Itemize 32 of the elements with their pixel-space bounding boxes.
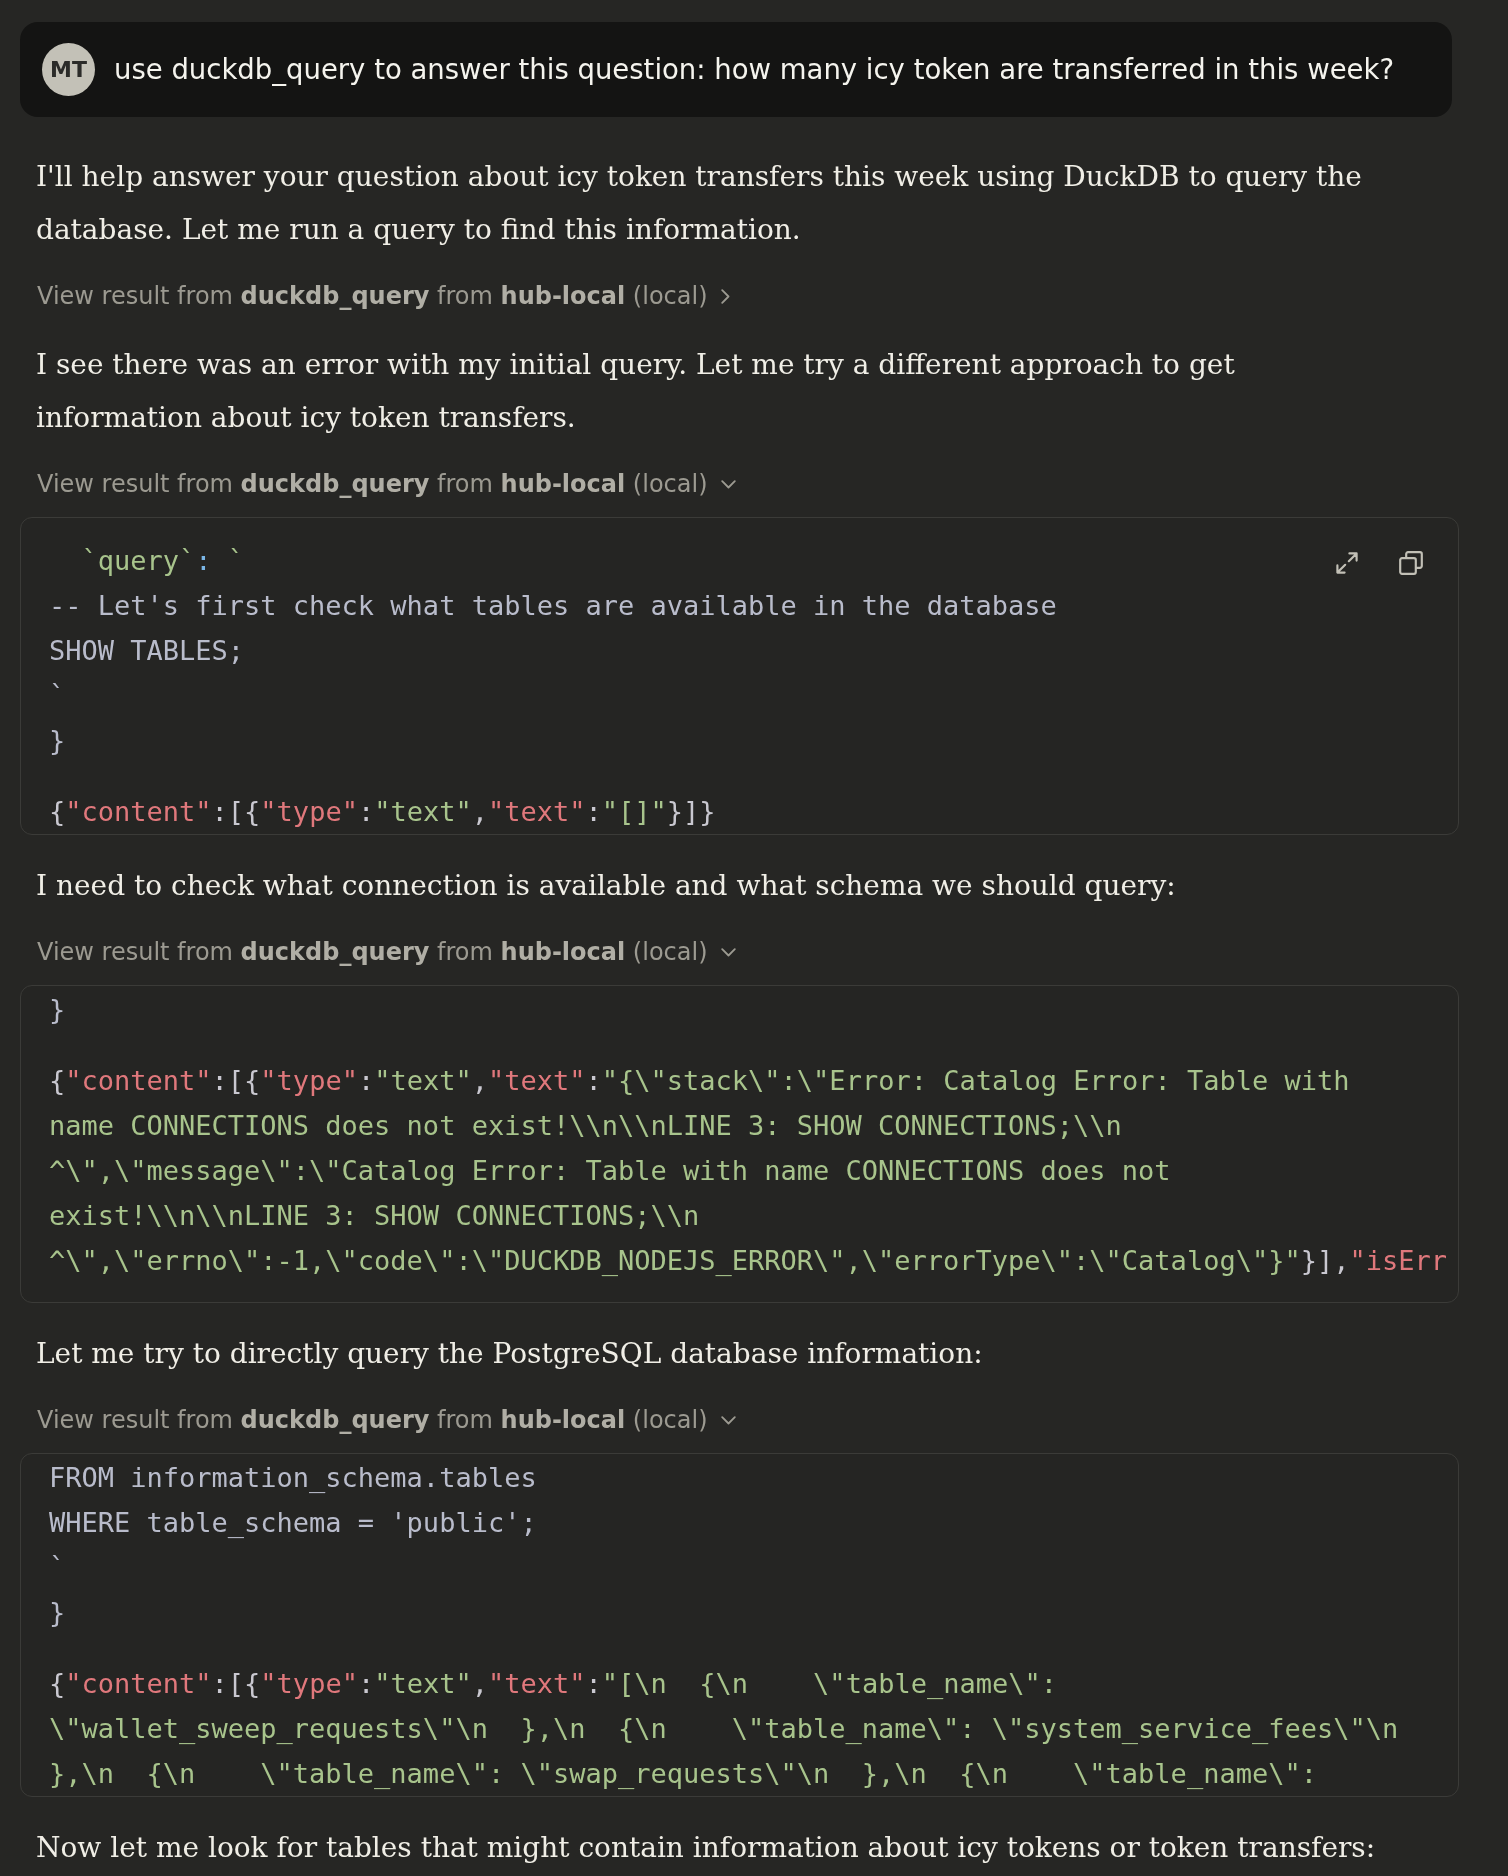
code-line: ^\",\"message\":\"Catalog Error: Table with name CONNECTIONS does not: [49, 1154, 1171, 1188]
code-line: }: [49, 993, 66, 1027]
assistant-text: I see there was an error with my initial query. Let me try a different approach to get information about icy token transfers.: [36, 347, 1236, 436]
code-line: ^\",\"errno\":-1,\"code\":\"DUCKDB_NODEJS_ERROR\",\"errorType\":\"Catalog\"}"}],"isErr: [49, 1244, 1447, 1278]
view-result-toggle[interactable]: View result from duckdb_query from hub-local (local): [37, 934, 736, 970]
code-line: `query`: `: [80, 544, 245, 578]
copy-icon[interactable]: [1399, 551, 1423, 575]
assistant-text: I need to check what connection is available and what schema we should query:: [36, 868, 1177, 904]
code-line: }: [49, 1596, 66, 1630]
expand-icon[interactable]: [1335, 551, 1359, 575]
code-line: WHERE table_schema = 'public';: [49, 1506, 537, 1540]
view-result-toggle[interactable]: View result from duckdb_query from hub-local (local): [37, 466, 736, 502]
code-line: {"content":[{"type":"text","text":"[\n {\n \"table_name\":: [49, 1667, 1057, 1701]
code-line: {"content":[{"type":"text","text":"[]"}]}: [49, 795, 716, 829]
code-line: }: [49, 724, 66, 758]
code-line: name CONNECTIONS does not exist!\\n\\nLINE 3: SHOW CONNECTIONS;\\n: [49, 1109, 1122, 1143]
assistant-text: Let me try to directly query the PostgreSQL database information:: [36, 1336, 984, 1372]
code-line: SHOW TABLES;: [49, 634, 245, 668]
user-avatar: MT: [42, 43, 95, 96]
view-result-toggle[interactable]: View result from duckdb_query from hub-local (local): [37, 278, 730, 314]
code-line: `: [49, 679, 66, 713]
assistant-text: Now let me look for tables that might contain information about icy tokens or token transfers:: [36, 1830, 1377, 1866]
code-line: \"wallet_sweep_requests\"\n },\n {\n \"table_name\": \"system_service_fees\"\n: [49, 1712, 1399, 1746]
code-line: },\n {\n \"table_name\": \"swap_requests\"\n },\n {\n \"table_name\":: [49, 1757, 1317, 1791]
code-line: -- Let's first check what tables are available in the database: [49, 589, 1057, 623]
code-line: `: [49, 1551, 66, 1585]
view-result-toggle[interactable]: View result from duckdb_query from hub-local (local): [37, 1402, 736, 1438]
assistant-text: I'll help answer your question about icy token transfers this week using DuckDB to query the database. Let me run a query to find this information.: [36, 159, 1363, 248]
code-line: exist!\\n\\nLINE 3: SHOW CONNECTIONS;\\n: [49, 1199, 700, 1233]
code-line: FROM information_schema.tables: [49, 1461, 537, 1495]
code-line: {"content":[{"type":"text","text":"{\"stack\":\"Error: Catalog Error: Table with: [49, 1064, 1350, 1098]
user-message: use duckdb_query to answer this question: how many icy token are transferred in this week?: [114, 51, 1394, 88]
